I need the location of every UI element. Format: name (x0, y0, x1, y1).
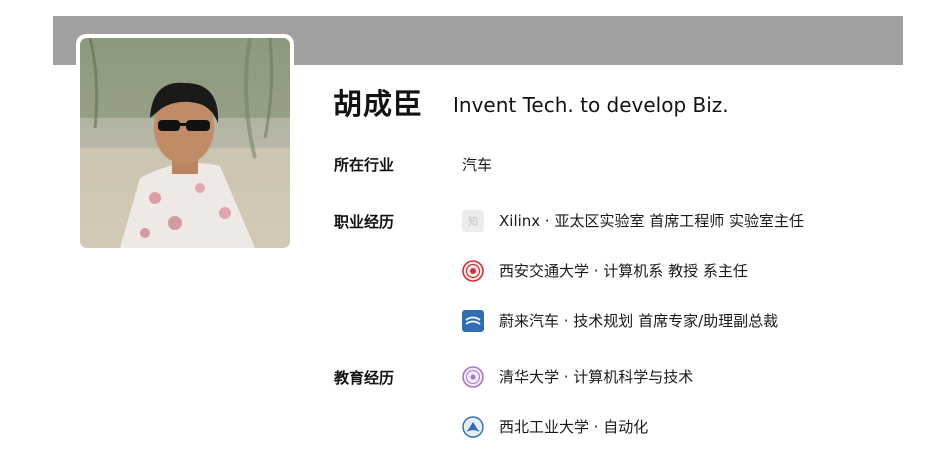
logo-placeholder-text: 知 (468, 215, 478, 228)
tsinghua-emblem-icon (462, 366, 484, 388)
profile-headline: Invent Tech. to develop Biz. (453, 93, 729, 117)
education-item[interactable]: 清华大学 · 计算机科学与技术 (462, 365, 693, 389)
career-item[interactable]: 知 Xilinx · 亚太区实验室 首席工程师 实验室主任 (462, 209, 804, 233)
education-label: 教育经历 (334, 369, 395, 387)
career-item[interactable]: 西安交通大学 · 计算机系 教授 系主任 (462, 259, 748, 283)
avatar-photo (80, 38, 290, 248)
career-item-text: 西安交通大学 · 计算机系 教授 系主任 (499, 262, 748, 280)
avatar-frame (76, 34, 294, 252)
career-item-text: 蔚来汽车 · 技术规划 首席专家/助理副总裁 (499, 312, 779, 330)
career-item[interactable]: 蔚来汽车 · 技术规划 首席专家/助理副总裁 (462, 309, 778, 333)
career-item-text: Xilinx · 亚太区实验室 首席工程师 实验室主任 (499, 212, 805, 230)
profile-name: 胡成臣 (333, 87, 424, 121)
avatar[interactable] (80, 38, 290, 248)
nio-logo-icon (462, 310, 484, 332)
zhihu-placeholder-logo-icon: 知 (462, 210, 484, 232)
industry-label: 所在行业 (334, 156, 395, 174)
career-label: 职业经历 (334, 213, 395, 231)
nwpu-emblem-icon (462, 416, 484, 438)
xjtu-emblem-icon (462, 260, 484, 282)
education-item-text: 清华大学 · 计算机科学与技术 (499, 368, 694, 386)
education-item-text: 西北工业大学 · 自动化 (499, 418, 649, 436)
education-item[interactable]: 西北工业大学 · 自动化 (462, 415, 648, 439)
industry-value: 汽车 (462, 156, 493, 174)
